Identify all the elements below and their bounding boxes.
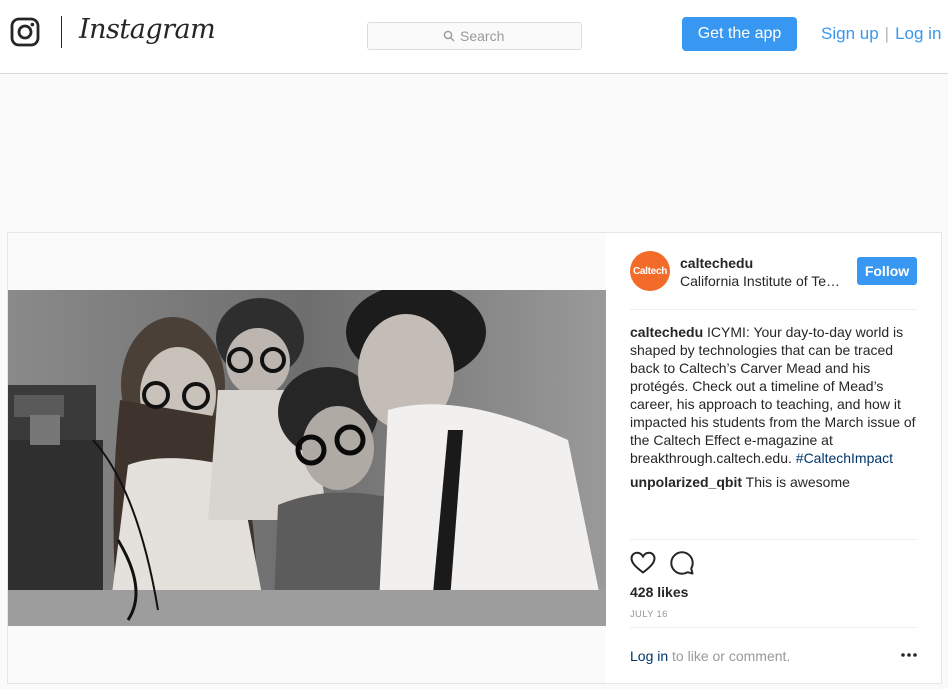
follow-button[interactable]: Follow bbox=[857, 257, 917, 285]
login-prompt: Log in to like or comment. bbox=[630, 648, 790, 664]
post-username[interactable]: caltechedu bbox=[680, 255, 753, 271]
search-input[interactable] bbox=[460, 28, 506, 44]
login-prompt-link[interactable]: Log in bbox=[630, 648, 668, 664]
post-media bbox=[8, 233, 606, 683]
heart-icon[interactable] bbox=[630, 551, 656, 575]
auth-separator: | bbox=[884, 24, 890, 43]
auth-links: Sign up | Log in bbox=[821, 24, 941, 44]
instagram-wordmark[interactable]: Instagram bbox=[79, 14, 216, 45]
log-in-link[interactable]: Log in bbox=[895, 24, 941, 43]
comment-icon[interactable] bbox=[670, 551, 694, 575]
post-card: Caltech caltechedu California Institute … bbox=[7, 232, 942, 684]
caption-hashtag[interactable]: #CaltechImpact bbox=[796, 450, 893, 466]
instagram-glyph-icon[interactable] bbox=[10, 17, 40, 47]
post-date[interactable]: JULY 16 bbox=[630, 609, 668, 620]
search-box[interactable] bbox=[367, 22, 582, 50]
top-navigation-bar: Instagram Get the app Sign up | Log in bbox=[0, 0, 948, 74]
avatar[interactable]: Caltech bbox=[630, 251, 670, 291]
post-caption: caltechedu ICYMI: Your day-to-day world … bbox=[630, 323, 920, 467]
caption-text: ICYMI: Your day-to-day world is shaped b… bbox=[630, 324, 916, 466]
login-prompt-text: to like or comment. bbox=[672, 648, 791, 664]
footer-divider bbox=[630, 627, 917, 628]
search-icon bbox=[443, 30, 455, 42]
post-photo-image bbox=[8, 290, 606, 626]
comment-username[interactable]: unpolarized_qbit bbox=[630, 474, 742, 490]
sign-up-link[interactable]: Sign up bbox=[821, 24, 879, 43]
post-location[interactable]: California Institute of Technology bbox=[680, 273, 842, 289]
header-divider bbox=[630, 309, 917, 310]
logo-divider bbox=[61, 16, 62, 48]
comment-text: This is awesome bbox=[745, 474, 850, 490]
caption-username[interactable]: caltechedu bbox=[630, 324, 703, 340]
get-the-app-button[interactable]: Get the app bbox=[682, 17, 797, 51]
actions-divider bbox=[630, 539, 917, 540]
likes-count[interactable]: 428 likes bbox=[630, 584, 688, 600]
post-sidebar: Caltech caltechedu California Institute … bbox=[606, 233, 941, 683]
more-options-icon[interactable] bbox=[900, 647, 918, 663]
comment-item: unpolarized_qbit This is awesome bbox=[630, 473, 920, 491]
post-photo[interactable] bbox=[8, 290, 606, 626]
